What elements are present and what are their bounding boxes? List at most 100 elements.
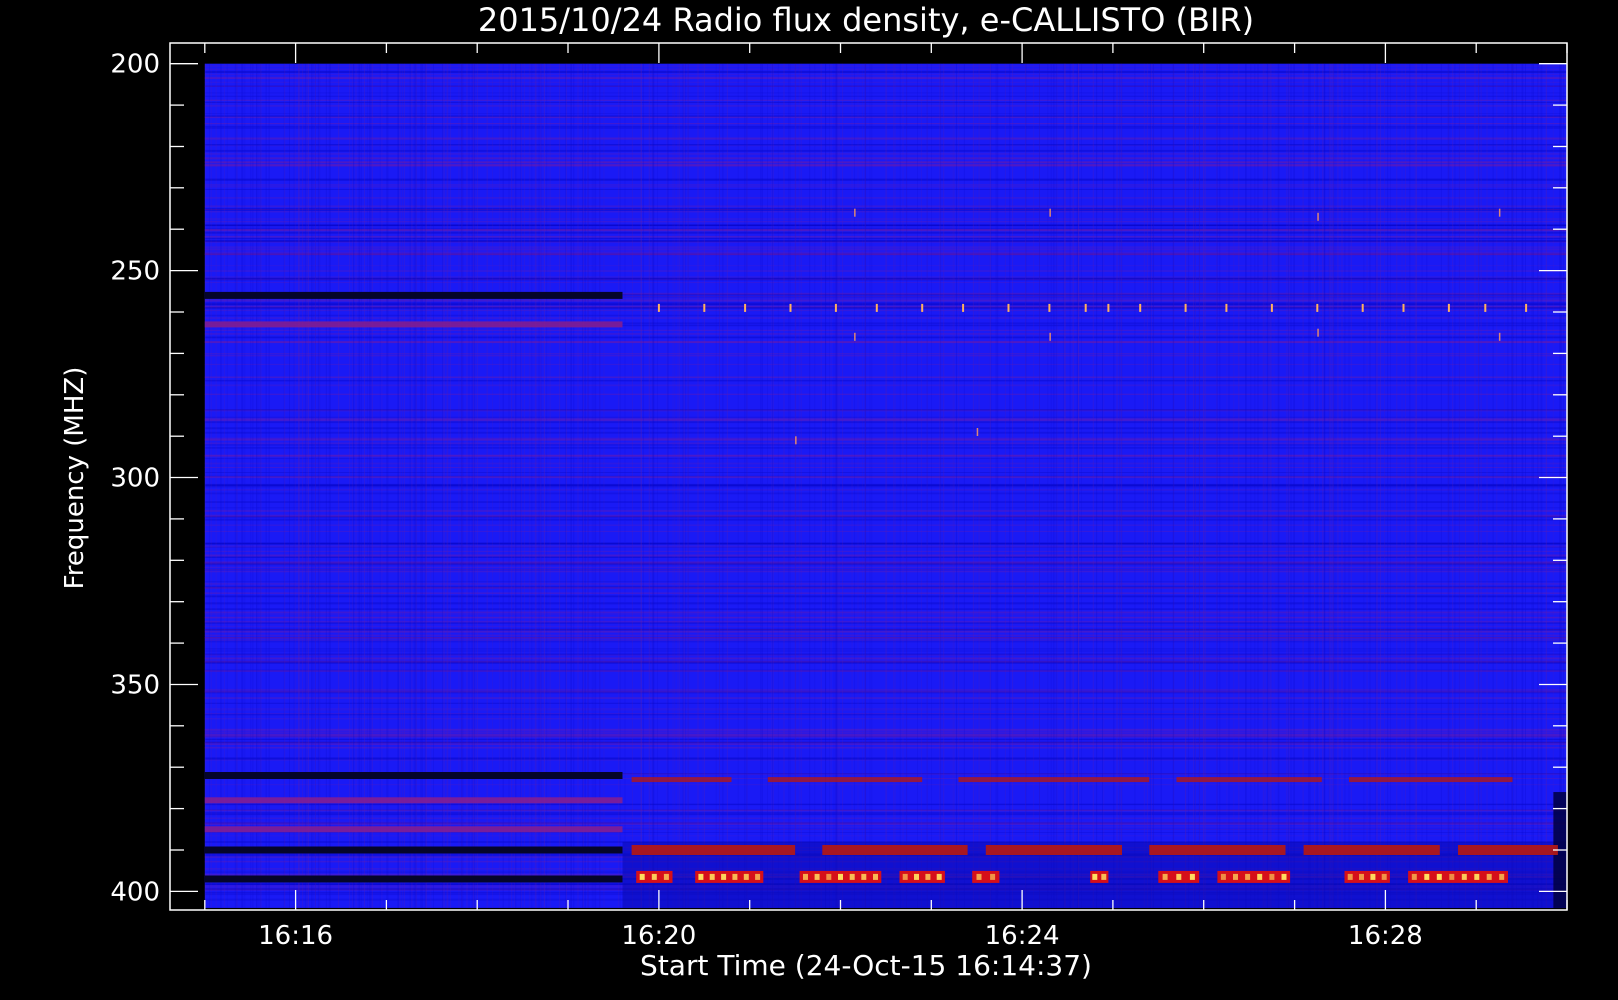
heatmap-texture-column: [244, 63, 246, 908]
heatmap-texture-column: [1324, 63, 1326, 908]
heatmap-texture-column: [294, 63, 296, 908]
y-tick-label: 350: [110, 671, 160, 701]
interference-spike: [1049, 208, 1051, 217]
interference-spike: [1447, 303, 1450, 312]
heatmap-texture-column: [535, 63, 537, 908]
heatmap-texture-column: [1332, 63, 1334, 908]
heatmap-texture-column: [1559, 63, 1561, 908]
interference-spike: [1316, 303, 1319, 312]
heatmap-texture-column: [595, 63, 597, 908]
chart-title: 2015/10/24 Radio flux density, e-CALLIST…: [478, 1, 1254, 39]
reddish-band: [204, 321, 623, 328]
heatmap-texture-column: [302, 63, 304, 908]
interference-spike: [1225, 303, 1228, 312]
heatmap-texture-column: [1149, 63, 1151, 908]
emission-core: [1233, 873, 1238, 880]
y-tick-label: 200: [110, 50, 160, 80]
heatmap-texture-column: [943, 63, 945, 908]
heatmap-texture-column: [926, 63, 928, 908]
interference-spike: [854, 208, 856, 217]
interference-spike: [1498, 208, 1501, 217]
emission-segment: [767, 777, 923, 783]
emission-core: [1281, 873, 1287, 880]
emission-core: [1101, 873, 1107, 880]
heatmap-texture-column: [413, 63, 415, 908]
heatmap-texture-column: [430, 63, 432, 908]
heatmap-texture-column: [624, 63, 626, 908]
interference-spike: [1139, 303, 1142, 312]
heatmap-texture-column: [256, 63, 258, 908]
emission-core: [1257, 873, 1263, 880]
interference-spike: [921, 303, 924, 312]
heatmap-texture-column: [565, 63, 567, 908]
emission-core: [976, 873, 982, 880]
heatmap-texture-column: [746, 63, 748, 908]
x-axis-label: Start Time (24-Oct-15 16:14:37): [640, 949, 1092, 982]
heatmap-texture-column: [399, 63, 401, 908]
x-tick-label: 16:28: [1348, 921, 1423, 951]
heatmap-texture-column: [577, 63, 579, 908]
heatmap-texture-column: [1537, 63, 1539, 908]
heatmap-texture-column: [1516, 63, 1517, 908]
heatmap-texture-column: [444, 63, 445, 908]
heatmap-texture-column: [355, 63, 357, 908]
emission-core: [1474, 873, 1480, 880]
heatmap-texture-column: [364, 63, 365, 908]
heatmap-texture-column: [308, 63, 309, 908]
heatmap-texture-column: [369, 63, 371, 908]
interference-spike: [834, 303, 837, 312]
heatmap-texture-column: [422, 63, 424, 908]
dark-band: [204, 846, 623, 854]
emission-core: [1461, 873, 1467, 880]
heatmap-texture-column: [421, 63, 423, 908]
interference-spike: [657, 303, 660, 312]
emission-segment: [631, 777, 732, 783]
heatmap-texture-column: [329, 63, 331, 908]
heatmap-texture-column: [215, 63, 217, 908]
heatmap-texture-column: [226, 63, 228, 908]
heatmap-texture-column: [358, 63, 360, 908]
interference-spike: [1525, 303, 1528, 312]
y-tick-label: 300: [110, 464, 160, 494]
heatmap-texture-column: [1540, 63, 1542, 908]
heatmap-texture-column: [462, 63, 464, 908]
heatmap-texture-column: [1552, 63, 1554, 908]
emission-core: [1411, 873, 1417, 880]
emission-core: [709, 873, 715, 880]
heatmap-texture-column: [260, 63, 262, 908]
heatmap-texture-column: [473, 63, 475, 908]
heatmap-texture-column: [353, 63, 355, 908]
spectrogram-heatmap: [204, 63, 1568, 908]
heatmap-texture-column: [534, 63, 536, 908]
interference-spike: [1107, 303, 1110, 312]
emission-core: [743, 873, 749, 880]
emission-core: [1449, 873, 1455, 880]
heatmap-texture-column: [306, 63, 308, 908]
interference-spike: [744, 303, 747, 312]
heatmap-texture-column: [401, 63, 403, 908]
interference-spike: [1084, 303, 1087, 312]
heatmap-texture-column: [241, 63, 243, 908]
heatmap-texture-column: [314, 63, 316, 908]
heatmap-texture-column: [1532, 63, 1534, 908]
heatmap-texture-column: [1329, 63, 1331, 908]
heatmap-texture-column: [1525, 63, 1526, 908]
emission-core: [849, 873, 855, 880]
heatmap-texture-column: [409, 63, 411, 908]
heatmap-texture-column: [1152, 63, 1154, 908]
emission-segment: [695, 870, 764, 883]
heatmap-texture-column: [447, 63, 449, 908]
heatmap-texture-column: [250, 63, 252, 908]
interference-spike: [1317, 328, 1319, 337]
x-tick-label: 16:24: [985, 921, 1060, 951]
emission-segment: [1303, 845, 1440, 855]
heatmap-texture-column: [619, 63, 621, 908]
emission-segment: [1408, 870, 1508, 883]
emission-core: [1359, 873, 1364, 880]
emission-segment: [1349, 777, 1513, 783]
heatmap-texture-column: [298, 63, 299, 908]
emission-core: [814, 873, 820, 880]
heatmap-texture-column: [599, 63, 601, 908]
reddish-band: [204, 797, 623, 804]
heatmap-texture-column: [531, 63, 533, 908]
